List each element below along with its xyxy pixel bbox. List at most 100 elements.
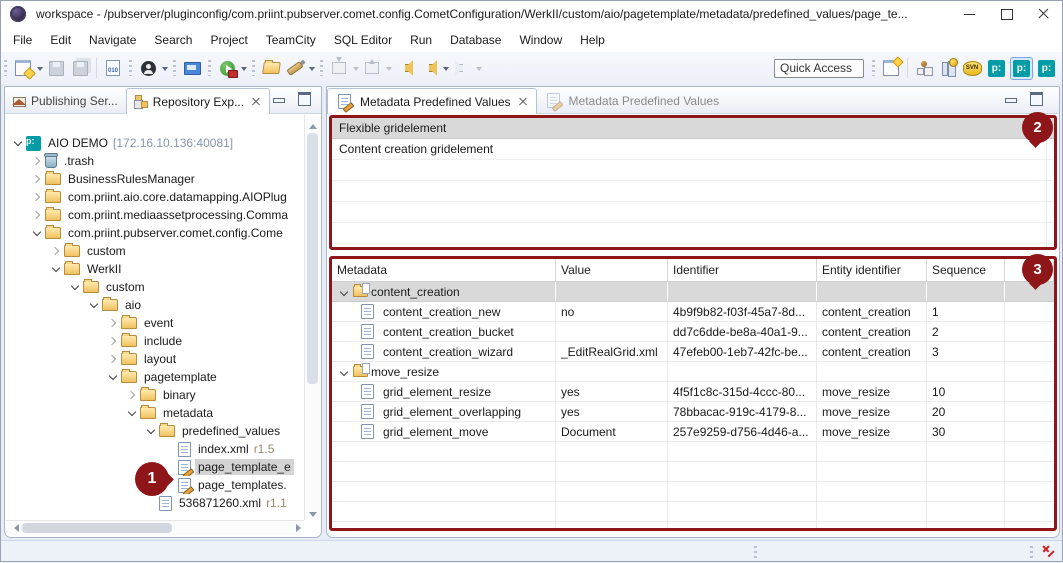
tree-item-trash[interactable]: .trash (6, 152, 304, 170)
tree-item-pagetemplate[interactable]: pagetemplate (6, 368, 304, 386)
menu-item-navigate[interactable]: Navigate (80, 29, 145, 51)
scroll-left-arrow[interactable] (6, 521, 20, 535)
tree-item-predefined-values[interactable]: predefined_values (6, 422, 304, 440)
chevron-right-icon[interactable] (31, 173, 43, 185)
close-icon[interactable] (518, 97, 528, 107)
minimize-editor-icon[interactable] (1005, 92, 1017, 106)
binary-file-button[interactable]: 010 (101, 56, 125, 80)
back-button[interactable] (393, 56, 417, 80)
export-button[interactable] (360, 56, 384, 80)
menu-item-file[interactable]: File (4, 29, 41, 51)
chevron-down-icon[interactable] (69, 281, 81, 293)
user-profile-button[interactable] (136, 56, 160, 80)
chevron-right-icon[interactable] (50, 245, 62, 257)
scroll-up-arrow[interactable] (305, 115, 320, 129)
chevron-right-icon[interactable] (31, 209, 43, 221)
menu-item-help[interactable]: Help (571, 29, 614, 51)
view-tab-repository-exp[interactable]: Repository Exp... (126, 88, 270, 114)
tree-item-businessrulesmanager[interactable]: BusinessRulesManager (6, 170, 304, 188)
table-group-row-move-resize[interactable]: move_resize (332, 362, 1054, 382)
perspective-hierarchy-button[interactable] (912, 56, 936, 80)
open-perspective-button[interactable] (879, 56, 903, 80)
import-button[interactable] (327, 56, 351, 80)
table-group-row-content-creation[interactable]: content_creation (332, 282, 1054, 302)
menu-item-run[interactable]: Run (401, 29, 441, 51)
column-header-identifier[interactable]: Identifier (668, 259, 817, 281)
chevron-right-icon[interactable] (126, 389, 138, 401)
forward-dropdown[interactable] (474, 56, 483, 80)
tree-item-com-priint-mediaassetprocessing-comma[interactable]: com.priint.mediaassetprocessing.Comma (6, 206, 304, 224)
close-icon[interactable] (251, 97, 261, 107)
menu-item-edit[interactable]: Edit (41, 29, 80, 51)
column-header-value[interactable]: Value (556, 259, 668, 281)
column-header-entity-identifier[interactable]: Entity identifier (817, 259, 927, 281)
menu-item-project[interactable]: Project (201, 29, 256, 51)
list-item-flexible-gridelement[interactable]: Flexible gridelement (332, 118, 1054, 139)
save-all-button[interactable] (68, 56, 92, 80)
tree-item-event[interactable]: event (6, 314, 304, 332)
window-maximize-button[interactable] (989, 0, 1025, 28)
scrollbar-thumb[interactable] (22, 523, 172, 533)
tree-item-536871260-xml[interactable]: 536871260.xmlr1.1 (6, 494, 304, 512)
chevron-down-icon[interactable] (126, 407, 138, 419)
table-row-grid-element-resize[interactable]: grid_element_resizeyes4f5f1c8c-315d-4ccc… (332, 382, 1054, 402)
run-configuration-button[interactable] (215, 56, 239, 80)
window-close-button[interactable] (1025, 0, 1061, 28)
table-row-content-creation-new[interactable]: content_creation_newno4b9f9b82-f03f-45a7… (332, 302, 1054, 322)
tree-item-metadata[interactable]: metadata (6, 404, 304, 422)
chevron-down-icon[interactable] (12, 137, 24, 149)
back-history-dropdown[interactable] (441, 56, 450, 80)
import-dropdown[interactable] (351, 56, 360, 80)
chevron-right-icon[interactable] (31, 191, 43, 203)
scrollbar-thumb[interactable] (307, 133, 318, 384)
tree-item-layout[interactable]: layout (6, 350, 304, 368)
tree-item-custom[interactable]: custom (6, 278, 304, 296)
vertical-scrollbar[interactable] (304, 115, 320, 520)
table-row-content-creation-bucket[interactable]: content_creation_bucketdd7c6dde-be8a-40a… (332, 322, 1054, 342)
editor-tab-metadata-predefined-values-1[interactable]: Metadata Predefined Values (327, 88, 537, 114)
menu-item-sql-editor[interactable]: SQL Editor (325, 29, 401, 51)
editor-tab-metadata-predefined-values-2[interactable]: Metadata Predefined Values (537, 88, 728, 113)
table-row-grid-element-overlapping[interactable]: grid_element_overlappingyes78bbacac-919c… (332, 402, 1054, 422)
new-button[interactable] (11, 56, 35, 80)
status-indicator-icon[interactable] (1041, 547, 1051, 557)
perspective-svn-button[interactable]: SVN (960, 56, 984, 80)
scroll-right-arrow[interactable] (290, 521, 304, 535)
perspective-priint-1-button[interactable]: p: (985, 57, 1008, 80)
open-folder-button[interactable] (259, 56, 283, 80)
tree-item-index-xml[interactable]: index.xmlr1.5 (6, 440, 304, 458)
chevron-down-icon[interactable] (338, 287, 350, 299)
menu-item-search[interactable]: Search (145, 29, 201, 51)
export-dropdown[interactable] (384, 56, 393, 80)
save-button[interactable] (44, 56, 68, 80)
perspective-swap-button[interactable] (936, 56, 960, 80)
quick-access-box[interactable]: Quick Access (774, 59, 864, 78)
chevron-down-icon[interactable] (88, 299, 100, 311)
menu-item-window[interactable]: Window (510, 29, 571, 51)
chevron-down-icon[interactable] (145, 425, 157, 437)
brush-dropdown[interactable] (307, 56, 316, 80)
chevron-down-icon[interactable] (31, 227, 43, 239)
tree-item-aio[interactable]: aio (6, 296, 304, 314)
tree-item-custom[interactable]: custom (6, 242, 304, 260)
tree-item-com-priint-pubserver-comet-config-come[interactable]: com.priint.pubserver.comet.config.Come (6, 224, 304, 242)
perspective-priint-3-button[interactable]: p: (1035, 57, 1058, 80)
table-row-content-creation-wizard[interactable]: content_creation_wizard_EditRealGrid.xml… (332, 342, 1054, 362)
menu-item-database[interactable]: Database (441, 29, 510, 51)
tree-item-werkii[interactable]: WerkII (6, 260, 304, 278)
tree-item-binary[interactable]: binary (6, 386, 304, 404)
tree-item-include[interactable]: include (6, 332, 304, 350)
chevron-right-icon[interactable] (107, 353, 119, 365)
column-header-metadata[interactable]: Metadata (332, 259, 556, 281)
forward-button[interactable] (450, 56, 474, 80)
chevron-right-icon[interactable] (31, 155, 43, 167)
list-item-content-creation-gridelement[interactable]: Content creation gridelement (332, 139, 1054, 160)
brush-button[interactable] (283, 56, 307, 80)
perspective-priint-2-button-active[interactable]: p: (1010, 57, 1033, 80)
chevron-down-icon[interactable] (107, 371, 119, 383)
new-dropdown[interactable] (35, 56, 44, 80)
maximize-editor-icon[interactable] (1030, 92, 1043, 106)
console-button[interactable] (180, 56, 204, 80)
tree-item-aio-demo[interactable]: p:AIO DEMO[172.16.10.136:40081] (6, 134, 298, 152)
maximize-view-icon[interactable] (298, 92, 311, 106)
